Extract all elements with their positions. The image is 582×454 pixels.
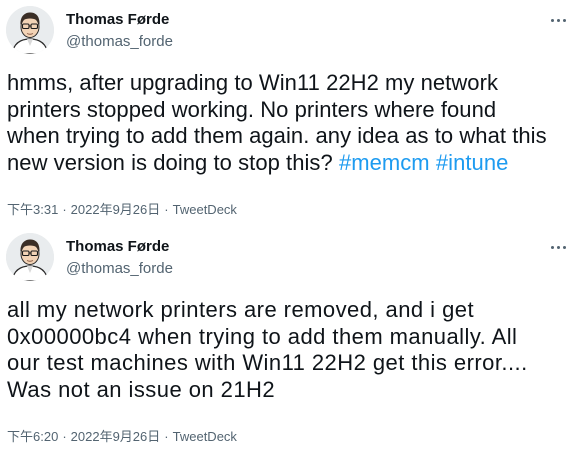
more-options-icon[interactable]: [548, 237, 568, 257]
tweet[interactable]: Thomas Førde @thomas_forde hmms, after u…: [0, 0, 582, 227]
tweet-time[interactable]: 下午6:20: [7, 429, 58, 444]
separator: ·: [164, 429, 169, 444]
tweet-meta: 下午3:31 · 2022年9月26日 · TweetDeck: [7, 202, 237, 218]
avatar[interactable]: [6, 233, 54, 281]
author-name[interactable]: Thomas Førde: [66, 238, 169, 256]
tweet[interactable]: Thomas Førde @thomas_forde all my networ…: [0, 227, 582, 454]
tweet-text-line: all my network printers are removed, and…: [7, 297, 475, 322]
author-handle[interactable]: @thomas_forde: [66, 260, 173, 278]
user-avatar-icon: [6, 233, 54, 281]
tweet-date[interactable]: 2022年9月26日: [71, 202, 161, 217]
tweet-text-line: 0x00000bc4 when trying to add them manua…: [7, 323, 518, 349]
separator: ·: [62, 202, 67, 217]
hashtag-link[interactable]: #memcm: [339, 150, 430, 175]
tweet-text-line: new version is doing to stop this? #memc…: [7, 150, 567, 177]
tweet-text-line: Was not an issue on 21H2: [7, 376, 276, 402]
tweet-text-line: our test machines with Win11 22H2 get th…: [7, 350, 528, 375]
author-name[interactable]: Thomas Førde: [66, 11, 169, 29]
tweet-text-line: when trying to add them again. any idea …: [7, 123, 547, 148]
tweet-text-line: printers stopped working. No printers wh…: [7, 96, 497, 122]
tweet-text-line: hmms, after upgrading to Win11 22H2 my n…: [7, 70, 498, 95]
tweet-time[interactable]: 下午3:31: [7, 202, 58, 217]
tweet-text: hmms, after upgrading to Win11 22H2 my n…: [7, 70, 567, 176]
more-options-icon[interactable]: [548, 10, 568, 30]
tweet-date[interactable]: 2022年9月26日: [71, 429, 161, 444]
tweet-meta: 下午6:20 · 2022年9月26日 · TweetDeck: [7, 429, 237, 445]
separator: ·: [62, 429, 67, 444]
hashtag-link[interactable]: #intune: [436, 150, 509, 175]
tweet-source[interactable]: TweetDeck: [173, 202, 237, 217]
tweet-text-fragment: new version is doing to stop this?: [7, 149, 339, 175]
separator: ·: [164, 202, 169, 217]
avatar[interactable]: [6, 6, 54, 54]
tweet-text: all my network printers are removed, and…: [7, 297, 567, 403]
author-handle[interactable]: @thomas_forde: [66, 33, 173, 51]
user-avatar-icon: [6, 6, 54, 54]
tweet-source[interactable]: TweetDeck: [173, 429, 237, 444]
